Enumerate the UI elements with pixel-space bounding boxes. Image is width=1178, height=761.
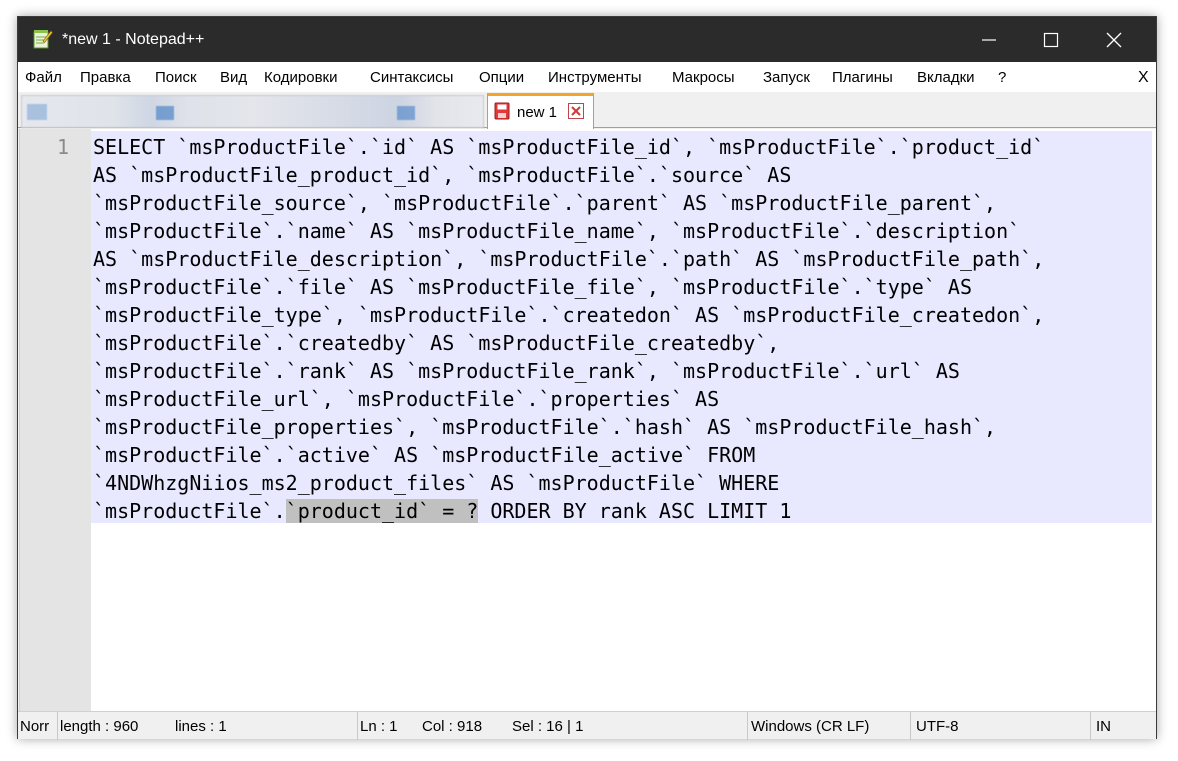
unsaved-file-icon [494, 102, 510, 120]
status-length-lines: length : 960 lines : 1 [58, 712, 358, 740]
editor[interactable]: 1 SELECT `msProductFile`.`id` AS `msProd… [19, 129, 1156, 711]
notepadpp-window: *new 1 - Notepad++ Файл Правка Поиск Вид… [17, 16, 1157, 740]
close-tab-icon[interactable] [568, 103, 584, 119]
status-length: length : 960 [60, 718, 139, 735]
status-eol: Windows (CR LF) [748, 712, 911, 740]
menu-bar: Файл Правка Поиск Вид Кодировки Синтакси… [18, 62, 1156, 92]
menu-file[interactable]: Файл [25, 69, 62, 87]
status-mode: IN [1096, 718, 1111, 735]
code-line: AS `msProductFile_description`, `msProdu… [93, 247, 1045, 271]
tab-label: new 1 [517, 104, 558, 121]
code-line: `4NDWhzgNiios_ms2_product_files` AS `msP… [93, 471, 780, 495]
code-line: `msProductFile_source`, `msProductFile`.… [93, 191, 997, 215]
status-col: Col : 918 [422, 718, 483, 735]
menu-edit[interactable]: Правка [80, 69, 131, 87]
code-line: SELECT `msProductFile`.`id` AS `msProduc… [93, 135, 1045, 159]
code-line: AS `msProductFile_product_id`, `msProduc… [93, 163, 792, 187]
code-line: `msProductFile`.`active` AS `msProductFi… [93, 443, 756, 467]
minimize-icon [982, 39, 996, 41]
menu-encoding[interactable]: Кодировки [264, 69, 337, 87]
menu-language[interactable]: Синтаксисы [370, 69, 453, 87]
line-number-gutter: 1 [20, 129, 91, 711]
code-line: `msProductFile_type`, `msProductFile`.`c… [93, 303, 1045, 327]
tab-new-1[interactable]: new 1 [487, 93, 594, 129]
status-encoding: UTF-8 [911, 712, 1091, 740]
status-type: Norr [18, 712, 58, 740]
menu-close-button[interactable]: X [1138, 69, 1149, 87]
status-lines: lines : 1 [175, 718, 227, 735]
notepad-plus-plus-icon [33, 30, 53, 49]
line-number: 1 [56, 135, 69, 159]
maximize-icon [1043, 32, 1059, 48]
close-window-button[interactable] [1086, 17, 1142, 62]
status-ln: Ln : 1 [360, 718, 398, 735]
status-sel: Sel : 16 | 1 [512, 718, 584, 735]
menu-view[interactable]: Вид [220, 69, 247, 87]
code-line: `msProductFile`.`rank` AS `msProductFile… [93, 359, 960, 383]
minimize-button[interactable] [961, 17, 1017, 62]
code-line-suffix: ORDER BY rank ASC LIMIT 1 [478, 499, 792, 523]
status-bar: Norr length : 960 lines : 1 Ln : 1 Col :… [18, 711, 1156, 740]
menu-settings[interactable]: Опции [479, 69, 524, 87]
menu-search[interactable]: Поиск [155, 69, 197, 87]
window-title: *new 1 - Notepad++ [62, 31, 205, 48]
code-line: `msProductFile_url`, `msProductFile`.`pr… [93, 387, 720, 411]
selected-text: `product_id` = ? [285, 499, 479, 523]
code-text[interactable]: SELECT `msProductFile`.`id` AS `msProduc… [93, 133, 1151, 525]
code-line-last: `msProductFile`.`product_id` = ? ORDER B… [93, 497, 1151, 525]
code-area[interactable]: SELECT `msProductFile`.`id` AS `msProduc… [91, 129, 1156, 711]
close-icon [1106, 32, 1122, 48]
code-line: `msProductFile_properties`, `msProductFi… [93, 415, 997, 439]
menu-run[interactable]: Запуск [763, 69, 810, 87]
menu-tools[interactable]: Инструменты [548, 69, 642, 87]
menu-help[interactable]: ? [998, 69, 1006, 87]
tab-blurred[interactable] [21, 95, 484, 128]
code-line: `msProductFile`.`file` AS `msProductFile… [93, 275, 972, 299]
maximize-button[interactable] [1023, 17, 1079, 62]
menu-plugins[interactable]: Плагины [832, 69, 893, 87]
menu-window[interactable]: Вкладки [917, 69, 975, 87]
code-line: `msProductFile`.`createdby` AS `msProduc… [93, 331, 780, 355]
code-line-prefix: `msProductFile`. [93, 499, 286, 523]
status-position: Ln : 1 Col : 918 Sel : 16 | 1 [358, 712, 748, 740]
title-bar[interactable]: *new 1 - Notepad++ [18, 17, 1156, 62]
menu-macro[interactable]: Макросы [672, 69, 735, 87]
tab-bar: new 1 [18, 92, 1156, 129]
code-line: `msProductFile`.`name` AS `msProductFile… [93, 219, 1021, 243]
